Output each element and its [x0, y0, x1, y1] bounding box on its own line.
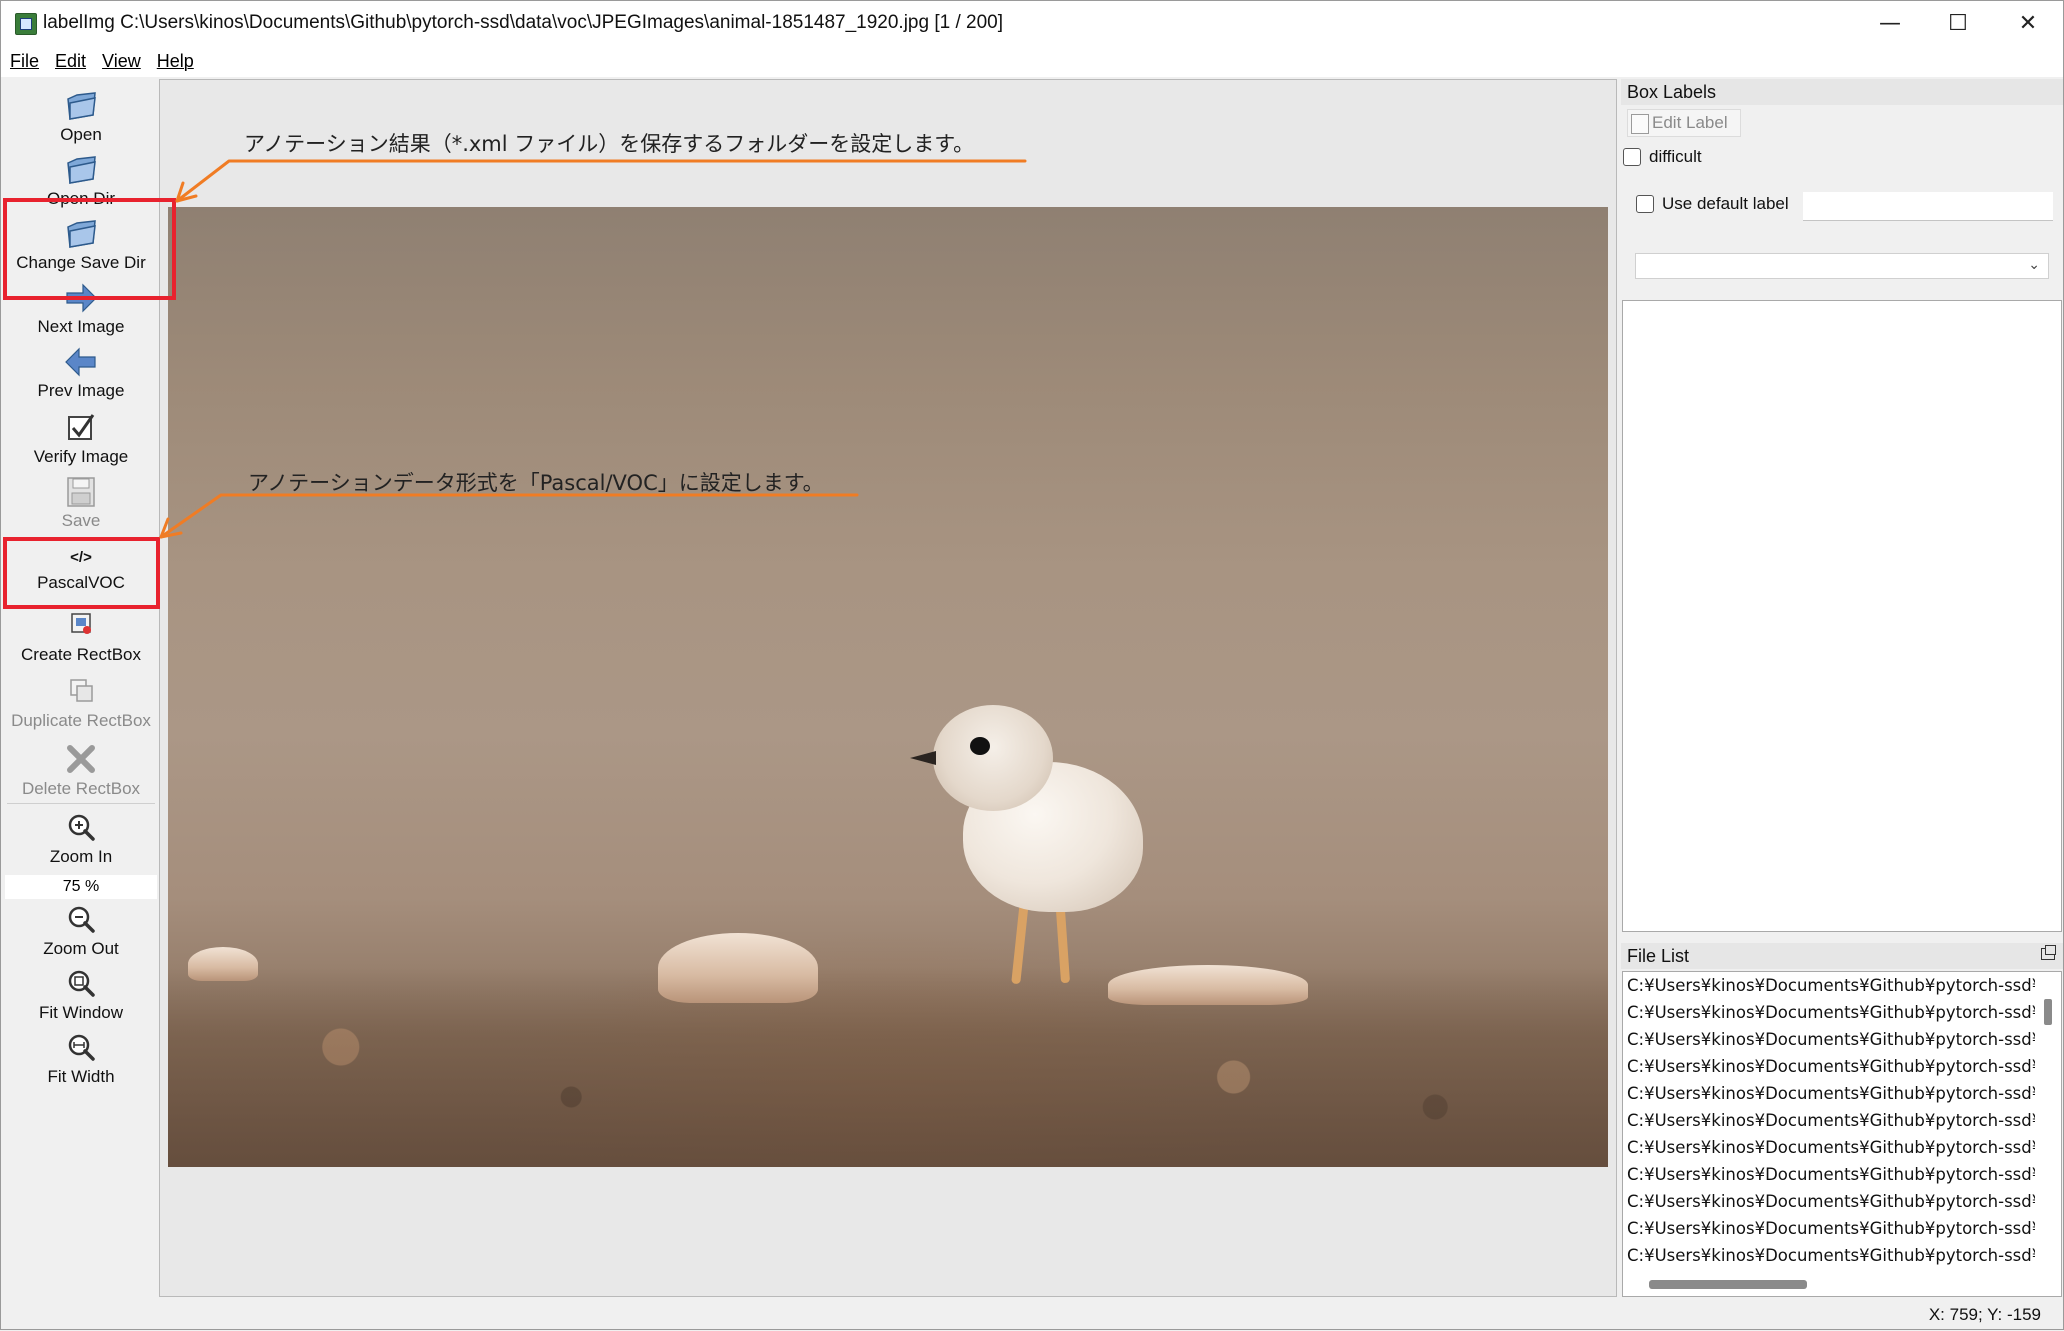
file-list-item[interactable]: C:¥Users¥kinos¥Documents¥Github¥pytorch-… [1627, 1003, 2035, 1022]
arrow-to-pascalvoc [159, 493, 859, 539]
edit-label-text: Edit Label [1652, 113, 1728, 132]
cursor-coordinates: X: 759; Y: -159 [1928, 1305, 2041, 1324]
file-list-item[interactable]: C:¥Users¥kinos¥Documents¥Github¥pytorch-… [1627, 1165, 2035, 1184]
box-labels-title: Box Labels [1621, 79, 2063, 105]
arrow-to-change-save-dir [175, 159, 1027, 203]
file-list-item[interactable]: C:¥Users¥kinos¥Documents¥Github¥pytorch-… [1627, 1057, 2035, 1076]
chevron-down-icon: ⌄ [2028, 257, 2040, 273]
label-combo-box[interactable]: ⌄ [1635, 253, 2049, 279]
file-list-item[interactable]: C:¥Users¥kinos¥Documents¥Github¥pytorch-… [1627, 1219, 2035, 1238]
file-list-item[interactable]: C:¥Users¥kinos¥Documents¥Github¥pytorch-… [1627, 976, 2035, 995]
labelimg-window: labelImg C:\Users\kinos\Documents\Github… [0, 0, 2064, 1330]
file-list-item[interactable]: C:¥Users¥kinos¥Documents¥Github¥pytorch-… [1627, 1084, 2035, 1103]
file-list-item[interactable]: C:¥Users¥kinos¥Documents¥Github¥pytorch-… [1627, 1246, 2035, 1265]
file-list-item[interactable]: C:¥Users¥kinos¥Documents¥Github¥pytorch-… [1627, 1030, 2035, 1049]
file-list-item[interactable]: C:¥Users¥kinos¥Documents¥Github¥pytorch-… [1627, 1111, 2035, 1130]
use-default-label-text: Use default label [1662, 194, 1789, 213]
difficult-label: difficult [1649, 147, 1702, 166]
file-list-horizontal-scrollbar[interactable] [1649, 1280, 1807, 1289]
float-dock-icon[interactable] [2041, 945, 2056, 960]
file-list-vertical-scrollbar[interactable] [2044, 999, 2052, 1025]
file-list-item[interactable]: C:¥Users¥kinos¥Documents¥Github¥pytorch-… [1627, 1138, 2035, 1157]
file-list-item[interactable]: C:¥Users¥kinos¥Documents¥Github¥pytorch-… [1627, 1192, 2035, 1211]
use-default-label-checkbox[interactable] [1636, 195, 1654, 213]
edit-label-button[interactable]: Edit Label [1627, 109, 1741, 137]
file-list[interactable]: C:¥Users¥kinos¥Documents¥Github¥pytorch-… [1622, 971, 2062, 1297]
status-bar: X: 759; Y: -159 [1, 1301, 2063, 1329]
box-labels-list[interactable] [1622, 300, 2062, 932]
file-list-title: File List [1621, 943, 2063, 969]
default-label-input[interactable] [1803, 192, 2053, 221]
difficult-checkbox[interactable] [1623, 148, 1641, 166]
edit-pencil-icon [1631, 114, 1649, 134]
